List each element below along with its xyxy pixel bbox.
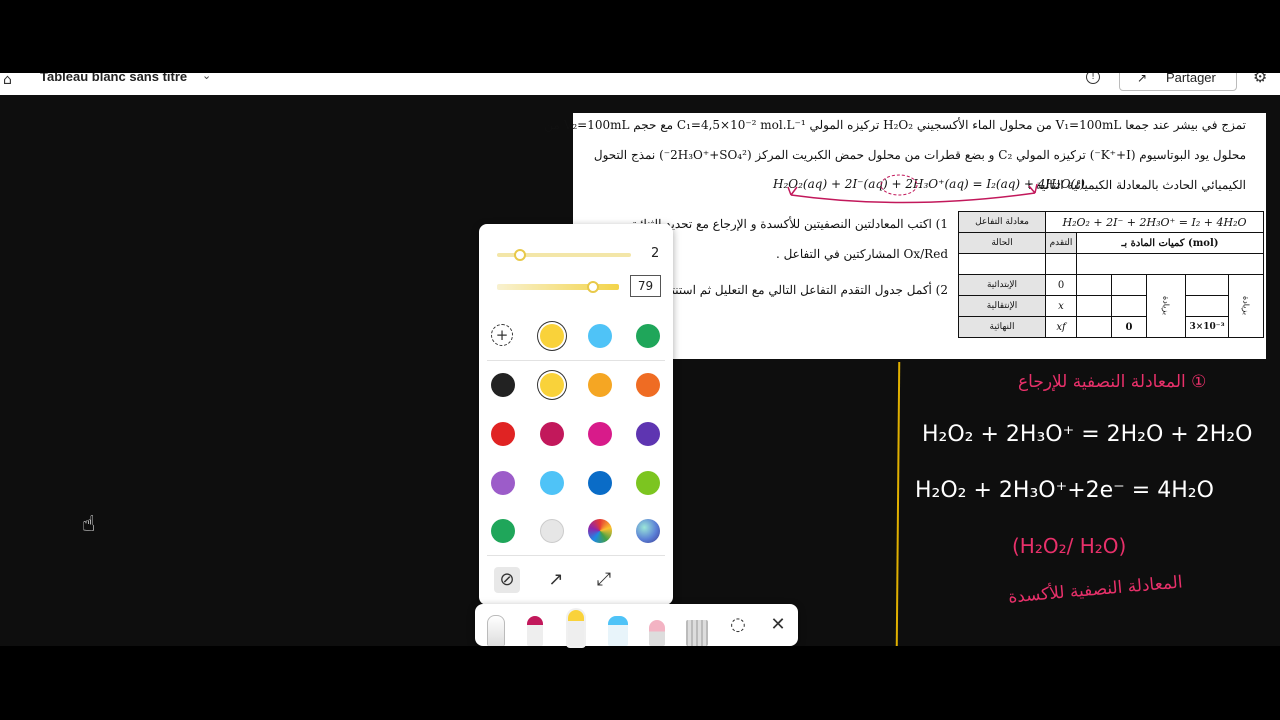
ballpoint-pen-icon[interactable] (487, 615, 505, 646)
color-swatch-magenta[interactable] (588, 422, 612, 446)
color-swatch-lavender[interactable] (491, 471, 515, 495)
thickness-slider-handle[interactable] (513, 249, 526, 261)
chevron-down-icon[interactable]: ⌄ (202, 73, 211, 82)
table-header-state: الحالة (958, 232, 1046, 254)
table-excess-2: بزيادة (1228, 274, 1264, 338)
handwritten-couple[interactable]: (H₂O₂/ H₂O) (1012, 534, 1126, 558)
arrow-start-icon[interactable]: ↗ (543, 567, 569, 593)
app-header: ⌂ Tableau blanc sans titre ⌄ ! ↗ Partage… (0, 73, 1280, 95)
worksheet-line-2: محلول يود البوتاسيوم (K⁺+I⁻) تركيزه المو… (593, 148, 1246, 162)
color-swatch-amber[interactable] (588, 373, 612, 397)
add-color-icon[interactable]: + (491, 324, 513, 346)
color-swatch-emerald[interactable] (491, 519, 515, 543)
lasso-icon[interactable]: ◌ (725, 612, 751, 638)
share-button[interactable]: ↗ Partager (1119, 73, 1237, 91)
table-row-final: النهائية (958, 316, 1046, 338)
color-swatch-light-gray[interactable] (540, 519, 564, 543)
color-swatch-purple[interactable] (636, 422, 660, 446)
share-icon: ↗ (1137, 73, 1148, 85)
double-arrow-icon[interactable]: ⤢ (591, 567, 617, 593)
progress-table: معادلة التفاعل H₂O₂ + 2I⁻ + 2H₃O⁺ = I₂ +… (958, 211, 1264, 338)
equation-annotation (787, 174, 1038, 204)
handwritten-heading[interactable]: ① المعادلة النصفية للإرجاع (1018, 372, 1206, 392)
worksheet-image[interactable]: تمزج في بيشر عند جمعا V₁=100mL من محلول … (544, 113, 1266, 359)
hand-cursor-icon: ☝ (82, 512, 96, 537)
eraser-icon[interactable] (649, 620, 665, 646)
table-adv-final: xf (1045, 316, 1077, 338)
table-excess-1: بزيادة (1146, 274, 1186, 338)
color-swatch-yellow[interactable] (540, 324, 564, 348)
color-swatch-sky[interactable] (540, 471, 564, 495)
table-final-i2: 3×10⁻³ (1185, 316, 1229, 338)
color-swatch-red[interactable] (491, 422, 515, 446)
handwritten-eq-1[interactable]: H₂O₂ + 2H₃O⁺ = 2H₂O + 2H₂O (922, 422, 1252, 447)
color-swatch-yellow-2[interactable] (540, 373, 564, 397)
ruler-icon[interactable] (686, 620, 708, 646)
color-swatch-black[interactable] (491, 373, 515, 397)
pen-settings-panel: 2 79 + ⊘ ↗ ⤢ (479, 224, 673, 605)
color-swatch-lime[interactable] (636, 471, 660, 495)
opacity-slider[interactable] (497, 284, 619, 290)
color-swatch-blue[interactable] (588, 471, 612, 495)
table-header-advance: التقدم (1045, 232, 1077, 254)
table-final-zero: 0 (1111, 316, 1147, 338)
gear-icon[interactable]: ⚙ (1253, 73, 1267, 86)
yellow-highlighter-icon[interactable] (568, 610, 584, 646)
thickness-value: 2 (651, 246, 660, 261)
whiteboard-title[interactable]: Tableau blanc sans titre (40, 73, 187, 84)
red-pen-icon[interactable] (527, 616, 543, 646)
table-adv-initial: 0 (1045, 274, 1077, 296)
table-adv-intermediate: x (1045, 295, 1077, 317)
table-header-equation: معادلة التفاعل (958, 211, 1046, 233)
color-swatch-rainbow[interactable] (588, 519, 612, 543)
worksheet-line-1: تمزج في بيشر عند جمعا V₁=100mL من محلول … (544, 118, 1246, 132)
opacity-input[interactable]: 79 (630, 275, 661, 297)
color-swatch-green[interactable] (636, 324, 660, 348)
question-2: 2) أكمل جدول التقدم التفاعل التالي مع ال… (637, 283, 948, 297)
color-swatch-orange[interactable] (636, 373, 660, 397)
home-icon[interactable]: ⌂ (3, 73, 12, 88)
table-equation: H₂O₂ + 2I⁻ + 2H₃O⁺ = I₂ + 4H₂O (1045, 211, 1264, 233)
table-row-intermediate: الإنتقالية (958, 295, 1046, 317)
info-icon[interactable]: ! (1086, 73, 1100, 84)
color-swatch-galaxy[interactable] (636, 519, 660, 543)
share-label: Partager (1166, 73, 1216, 85)
letterbox-bottom (0, 646, 1280, 720)
table-row-initial: الإبتدائية (958, 274, 1046, 296)
handwritten-eq-2[interactable]: H₂O₂ + 2H₃O⁺+2e⁻ = 4H₂O (915, 478, 1214, 503)
palette-divider (487, 360, 665, 361)
palette-divider-2 (487, 555, 665, 556)
opacity-slider-handle[interactable] (587, 281, 600, 293)
inking-toolbar: ◌ ✕ (475, 604, 798, 646)
color-swatch-crimson[interactable] (540, 422, 564, 446)
blue-highlighter-icon[interactable] (608, 616, 628, 646)
color-swatch-light-blue[interactable] (588, 324, 612, 348)
table-header-amounts: كميات المادة بـ (mol) (1076, 232, 1264, 254)
question-1-line-2: Ox/Red المشاركتين في التفاعل . (775, 247, 948, 261)
close-icon[interactable]: ✕ (765, 612, 791, 638)
no-effect-icon[interactable]: ⊘ (494, 567, 520, 593)
